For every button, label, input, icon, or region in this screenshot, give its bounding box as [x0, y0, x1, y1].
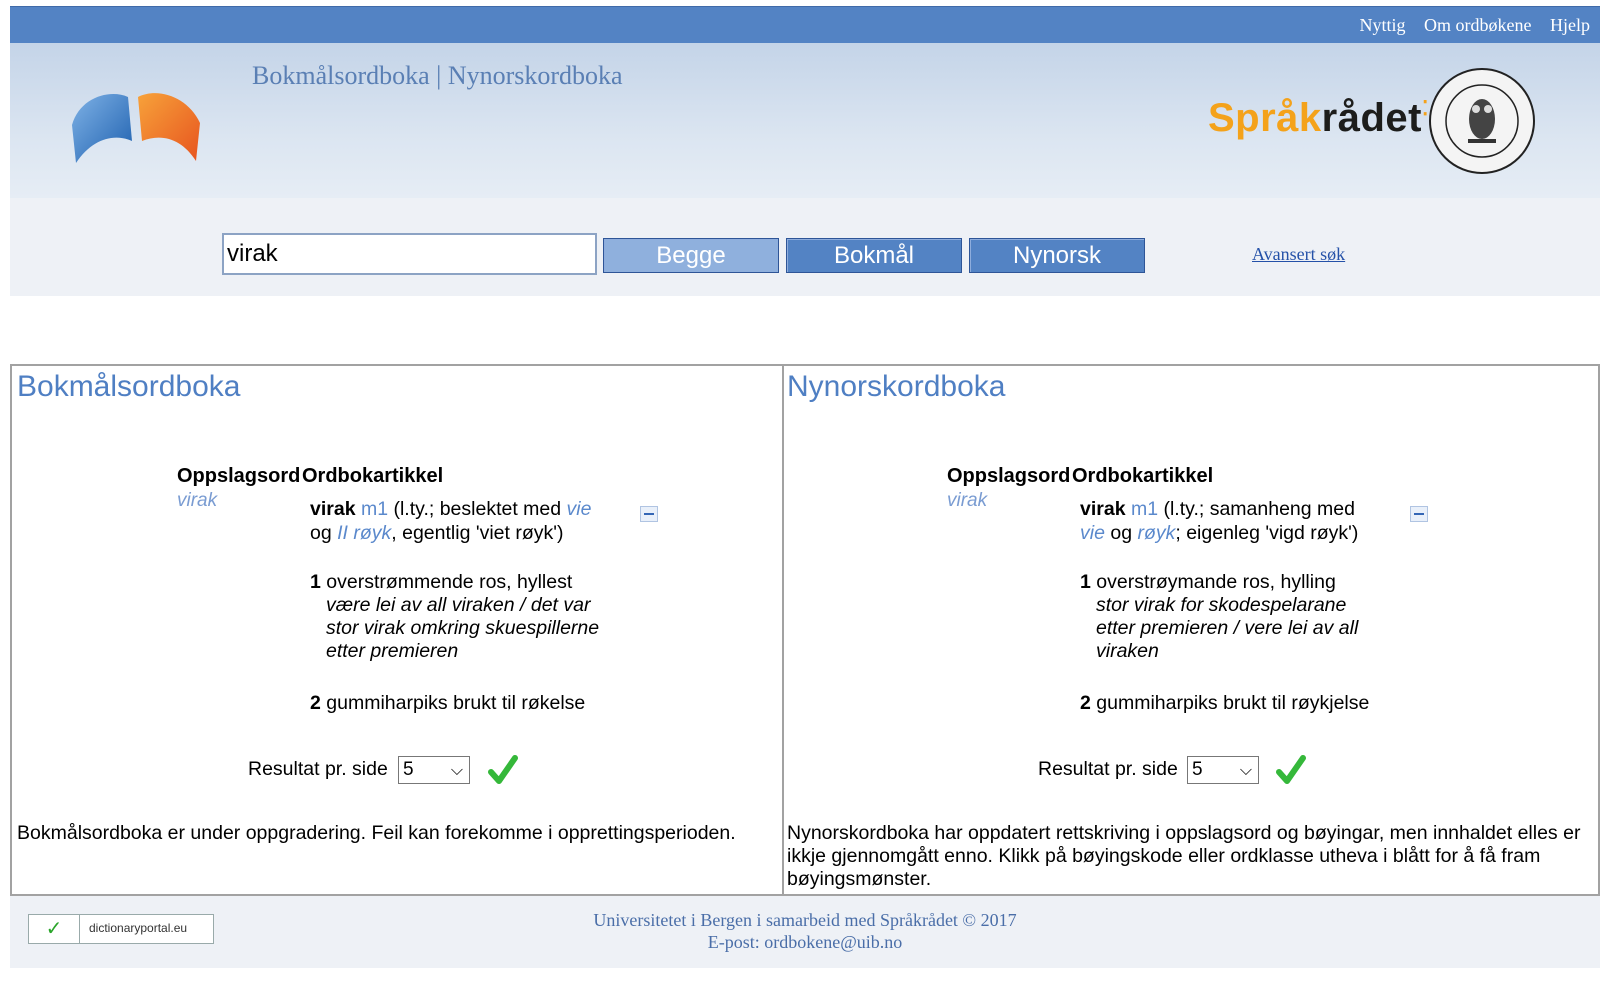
header: Bokmålsordboka | Nynorskordboka Språkråd… — [10, 43, 1600, 198]
search-input[interactable]: virak — [222, 233, 597, 275]
etymology-text: (l.ty.; samanheng med — [1158, 498, 1355, 520]
checkmark-submit-icon[interactable] — [1276, 754, 1306, 786]
lemma-link[interactable]: virak — [947, 490, 987, 512]
top-nav-bar: Nyttig Om ordbøkene Hjelp — [10, 6, 1600, 44]
search-both-button[interactable]: Begge — [603, 238, 779, 273]
sense-definition: overstrøymande ros, hylling — [1096, 571, 1336, 593]
sprakradet-logo[interactable]: Språkrådet⁚ — [1208, 96, 1429, 141]
crossref-link[interactable]: vie — [567, 498, 592, 520]
nav-link-hjelp[interactable]: Hjelp — [1550, 15, 1590, 35]
nynorsk-status-note: Nynorskordboka har oppdatert rettskrivin… — [787, 822, 1581, 890]
search-nynorsk-button[interactable]: Nynorsk — [969, 238, 1145, 273]
etymology-text: og — [1104, 522, 1138, 544]
results-per-page-label: Resultat pr. side — [248, 758, 388, 780]
etymology-text: ; eigenleg 'vigd røyk') — [1175, 522, 1359, 544]
results-per-page-select[interactable]: 5 ⌵ — [398, 756, 470, 784]
article-header: virak m1 (l.ty.; beslektet med vie og II… — [310, 497, 610, 545]
column-header-lemma: Oppslagsord — [947, 465, 1071, 487]
sense-example: stor virak for skodespelarane etter prem… — [1096, 594, 1359, 662]
book-logo-icon[interactable] — [66, 83, 210, 167]
etymology-text: (l.ty.; beslektet med — [388, 498, 567, 520]
chevron-down-icon: ⌵ — [450, 762, 463, 779]
column-header-article: Ordbokartikkel — [302, 465, 444, 487]
sense-1: 1 overstrømmende ros, hyllest være lei a… — [310, 571, 610, 663]
sprakradet-logo-text: Språkrådet — [1208, 96, 1422, 140]
search-bokmal-button[interactable]: Bokmål — [786, 238, 962, 273]
search-bar: virak Begge Bokmål Nynorsk Avansert søk — [10, 198, 1600, 296]
sense-definition: overstrømmende ros, hyllest — [326, 571, 573, 593]
etymology-text: , egentlig 'viet røyk') — [391, 522, 564, 544]
etymology-text: og — [310, 522, 338, 544]
column-header-lemma: Oppslagsord — [177, 465, 301, 487]
headword: virak — [310, 498, 356, 520]
inflection-code-link[interactable]: m1 — [1131, 498, 1158, 520]
results-per-page-label: Resultat pr. side — [1038, 758, 1178, 780]
headword: virak — [1080, 498, 1126, 520]
nynorsk-panel-title: Nynorskordboka — [787, 370, 1006, 403]
bokmal-panel: Bokmålsordboka Oppslagsord Ordbokartikke… — [10, 364, 784, 896]
footer-email[interactable]: E-post: ordbokene@uib.no — [10, 932, 1600, 953]
sense-number: 2 — [310, 692, 321, 714]
crossref-link[interactable]: II røyk — [337, 522, 391, 544]
checkmark-submit-icon[interactable] — [488, 754, 518, 786]
sense-number: 1 — [1080, 571, 1091, 593]
crossref-link[interactable]: vie — [1080, 522, 1105, 544]
nav-link-om-ordbokene[interactable]: Om ordbøkene — [1424, 15, 1531, 35]
sense-example: være lei av all viraken / det var stor v… — [326, 594, 600, 662]
bokmal-status-note: Bokmålsordboka er under oppgradering. Fe… — [17, 822, 736, 844]
sense-1: 1 overstrøymande ros, hylling stor virak… — [1080, 571, 1380, 663]
lemma-link[interactable]: virak — [177, 490, 217, 512]
page: Nyttig Om ordbøkene Hjelp Bokmålsordboka… — [10, 6, 1600, 988]
sense-2: 2 gummiharpiks brukt til røkelse — [310, 692, 585, 715]
sense-number: 1 — [310, 571, 321, 593]
results-per-page-select[interactable]: 5 ⌵ — [1187, 756, 1259, 784]
sense-definition: gummiharpiks brukt til røykjelse — [1096, 692, 1370, 714]
footer: ✓ dictionaryportal.eu Universitetet i Be… — [10, 894, 1600, 968]
column-header-article: Ordbokartikkel — [1072, 465, 1214, 487]
chevron-down-icon: ⌵ — [1239, 762, 1252, 779]
footer-copyright: Universitetet i Bergen i samarbeid med S… — [593, 910, 1017, 930]
top-nav-links: Nyttig Om ordbøkene Hjelp — [1346, 15, 1591, 36]
collapse-article-button[interactable] — [1410, 506, 1428, 522]
bokmal-panel-title: Bokmålsordboka — [17, 370, 241, 403]
nav-link-nyttig[interactable]: Nyttig — [1360, 15, 1406, 35]
inflection-code-link[interactable]: m1 — [361, 498, 388, 520]
sense-definition: gummiharpiks brukt til røkelse — [326, 692, 586, 714]
site-title[interactable]: Bokmålsordboka | Nynorskordboka — [252, 61, 623, 91]
sense-2: 2 gummiharpiks brukt til røykjelse — [1080, 692, 1369, 715]
article-header: virak m1 (l.ty.; samanheng med vie og rø… — [1080, 497, 1380, 545]
uib-seal-icon[interactable] — [1428, 67, 1536, 175]
crossref-link[interactable]: røyk — [1137, 522, 1175, 544]
advanced-search-link[interactable]: Avansert søk — [1252, 244, 1345, 265]
collapse-article-button[interactable] — [640, 506, 658, 522]
nynorsk-panel: Nynorskordboka Oppslagsord Ordbokartikke… — [782, 364, 1600, 896]
sense-number: 2 — [1080, 692, 1091, 714]
